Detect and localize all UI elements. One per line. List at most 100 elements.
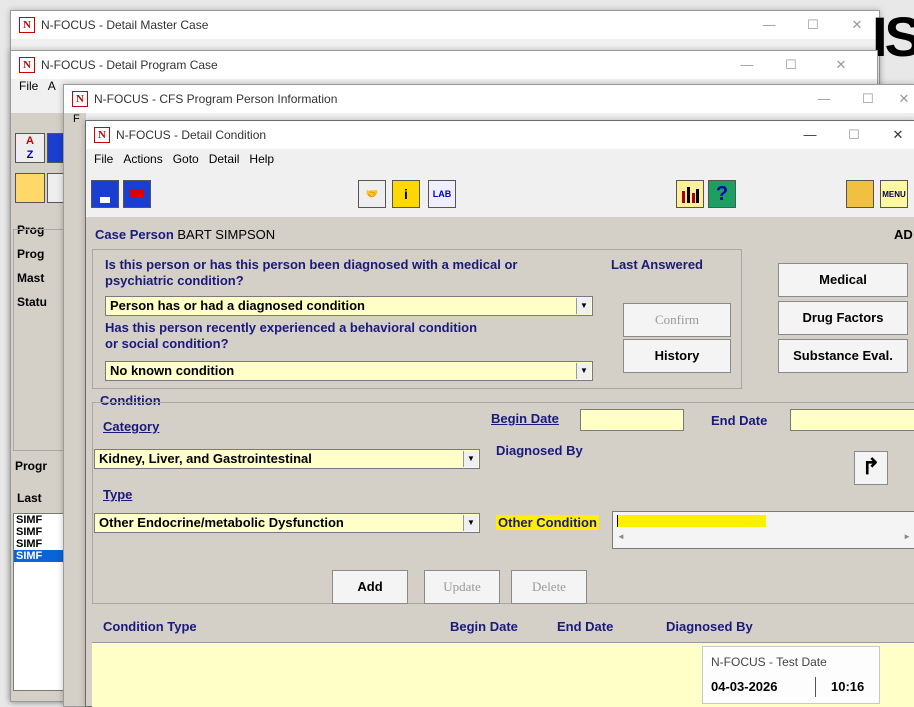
chevron-down-icon[interactable]: ▼: [576, 298, 591, 314]
q1-select[interactable]: Person has or had a diagnosed condition …: [105, 296, 593, 316]
case-person-caption: Case Person: [95, 227, 174, 242]
master-case-title: N-FOCUS - Detail Master Case: [41, 18, 209, 32]
help-icon[interactable]: ?: [708, 180, 736, 208]
info-person-icon[interactable]: i: [392, 180, 420, 208]
close-icon[interactable]: ✕: [876, 121, 914, 149]
q1-line1: Is this person or has this person been d…: [105, 257, 518, 272]
begin-date-label[interactable]: Begin Date: [491, 411, 559, 426]
status-divider: [815, 677, 816, 697]
end-date-label: End Date: [711, 413, 768, 428]
nfocus-logo-icon: N: [72, 91, 88, 107]
menu-icon[interactable]: MENU: [880, 180, 908, 208]
category-select[interactable]: Kidney, Liver, and Gastrointestinal ▼: [94, 449, 480, 469]
program-case-titlebar[interactable]: N N-FOCUS - Detail Program Case — ☐ ✕: [11, 51, 877, 79]
type-label[interactable]: Type: [103, 487, 132, 502]
category-value: Kidney, Liver, and Gastrointestinal: [99, 451, 312, 466]
q2-text: Has this person recently experienced a b…: [105, 320, 477, 352]
q2-line2: or social condition?: [105, 336, 229, 351]
bar-chart-glyph: [682, 187, 699, 203]
diagnosed-by-arrow-button[interactable]: ↱: [854, 451, 888, 485]
program-menubar: File A: [11, 79, 56, 93]
minimize-icon[interactable]: —: [788, 121, 832, 149]
col-diagnosed-by[interactable]: Diagnosed By: [666, 619, 753, 634]
menu-a[interactable]: A: [48, 79, 56, 93]
detail-condition-titlebar[interactable]: N N-FOCUS - Detail Condition — ☐ ✕: [86, 121, 914, 149]
nfocus-logo-icon: N: [19, 17, 35, 33]
close-icon[interactable]: ✕: [882, 85, 914, 113]
confirm-button[interactable]: Confirm: [623, 303, 731, 337]
substance-eval-button[interactable]: Substance Eval.: [778, 339, 908, 373]
main-content: Case Person BART SIMPSON AD Is this pers…: [86, 217, 914, 707]
handshake-icon[interactable]: 🤝: [358, 180, 386, 208]
end-date-field[interactable]: [790, 409, 914, 431]
cfs-title: N-FOCUS - CFS Program Person Information: [94, 92, 338, 106]
maximize-icon[interactable]: ☐: [791, 11, 835, 39]
menu-actions[interactable]: Actions: [123, 152, 162, 166]
add-button[interactable]: Add: [332, 570, 408, 604]
minimize-icon[interactable]: —: [725, 51, 769, 79]
status-time: 10:16: [831, 679, 865, 694]
background-big-text: IS: [872, 5, 914, 68]
scroll-left-icon[interactable]: ◄: [617, 532, 625, 541]
case-person-label: Case Person BART SIMPSON: [95, 227, 275, 242]
medical-button[interactable]: Medical: [778, 263, 908, 297]
menu-goto[interactable]: Goto: [173, 152, 199, 166]
q1-value: Person has or had a diagnosed condition: [110, 298, 365, 313]
category-label[interactable]: Category: [103, 419, 159, 434]
menu-detail[interactable]: Detail: [209, 152, 240, 166]
list-item-selected[interactable]: SIMF: [14, 550, 70, 562]
menubar: File Actions Goto Detail Help: [86, 149, 914, 169]
list-item[interactable]: SIMF: [14, 538, 70, 550]
menu-file[interactable]: File: [19, 79, 38, 93]
scroll-right-icon[interactable]: ►: [903, 532, 911, 541]
col-condition-type[interactable]: Condition Type: [103, 619, 197, 634]
menu-help[interactable]: Help: [249, 152, 274, 166]
type-value: Other Endocrine/metabolic Dysfunction: [99, 515, 344, 530]
drug-factors-button[interactable]: Drug Factors: [778, 301, 908, 335]
delete-button[interactable]: Delete: [511, 570, 587, 604]
status-popup: N-FOCUS - Test Date 04-03-2026 10:16: [702, 646, 880, 704]
menu-file[interactable]: File: [94, 152, 113, 166]
maximize-icon[interactable]: ☐: [832, 121, 876, 149]
cfs-left-strip: F: [64, 113, 86, 706]
maximize-icon[interactable]: ☐: [769, 51, 813, 79]
person-tree-icon[interactable]: [15, 173, 45, 203]
condition-group: [92, 402, 914, 604]
list-item[interactable]: SIMF: [14, 526, 70, 538]
chart-icon[interactable]: [676, 180, 704, 208]
open-folder-icon[interactable]: [846, 180, 874, 208]
diagnosed-by-label: Diagnosed By: [496, 443, 583, 458]
nfocus-logo-icon: N: [94, 127, 110, 143]
cfs-titlebar[interactable]: N N-FOCUS - CFS Program Person Informati…: [64, 85, 914, 113]
begin-date-field[interactable]: [580, 409, 684, 431]
return-icon[interactable]: [123, 180, 151, 208]
lab-icon[interactable]: LAB: [428, 180, 456, 208]
window-title: N-FOCUS - Detail Condition: [116, 128, 267, 142]
type-select[interactable]: Other Endocrine/metabolic Dysfunction ▼: [94, 513, 480, 533]
minimize-icon[interactable]: —: [747, 11, 791, 39]
q1-text: Is this person or has this person been d…: [105, 257, 517, 289]
other-condition-highlight: [617, 515, 766, 527]
chevron-down-icon[interactable]: ▼: [576, 363, 591, 379]
col-end-date[interactable]: End Date: [557, 619, 613, 634]
status-label: N-FOCUS - Test Date: [711, 655, 827, 669]
program-case-title: N-FOCUS - Detail Program Case: [41, 58, 218, 72]
chevron-down-icon[interactable]: ▼: [463, 451, 478, 467]
minimize-icon[interactable]: —: [802, 85, 846, 113]
sort-az-icon[interactable]: AZ: [15, 133, 45, 163]
status-date: 04-03-2026: [711, 679, 778, 694]
col-begin-date[interactable]: Begin Date: [450, 619, 518, 634]
chevron-down-icon[interactable]: ▼: [463, 515, 478, 531]
case-person-right-code: AD: [894, 227, 913, 242]
master-case-titlebar[interactable]: N N-FOCUS - Detail Master Case — ☐ ✕: [11, 11, 879, 39]
q2-select[interactable]: No known condition ▼: [105, 361, 593, 381]
last-answered-label: Last Answered: [611, 257, 703, 272]
close-icon[interactable]: ✕: [819, 51, 863, 79]
other-condition-field[interactable]: ◄ ►: [612, 511, 914, 549]
history-button[interactable]: History: [623, 339, 731, 373]
nfocus-logo-icon: N: [19, 57, 35, 73]
save-exit-icon[interactable]: [91, 180, 119, 208]
update-button[interactable]: Update: [424, 570, 500, 604]
list-item[interactable]: SIMF: [14, 514, 70, 526]
detail-condition-window: N N-FOCUS - Detail Condition — ☐ ✕ File …: [85, 120, 914, 707]
